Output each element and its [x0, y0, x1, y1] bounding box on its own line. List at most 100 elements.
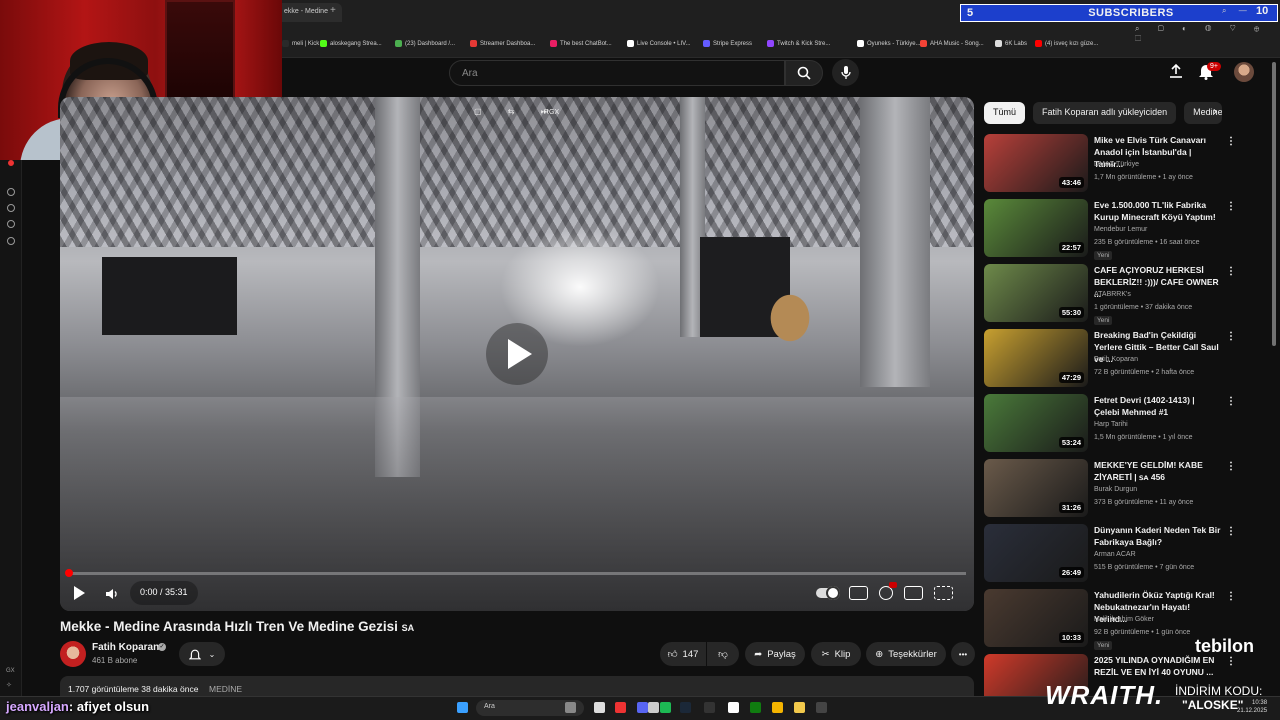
upload-button[interactable]	[1168, 63, 1184, 84]
more-options-icon[interactable]: ⋮	[1226, 266, 1236, 277]
bookmark-item[interactable]: aloskegang Strea...	[320, 40, 382, 47]
windows-start-icon[interactable]	[457, 702, 468, 713]
settings-gear-icon[interactable]	[879, 582, 897, 600]
folder-icon[interactable]	[794, 702, 805, 713]
recommended-video[interactable]: 43:46 Mike ve Elvis Türk Canavarı Anadol …	[984, 134, 1264, 194]
bookmark-item[interactable]: The best ChatBot...	[550, 40, 612, 47]
recommended-video[interactable]: 53:24 Fetret Devri (1402-1413) | Çelebi M…	[984, 394, 1264, 454]
chevron-right-icon[interactable]: ›	[1213, 104, 1217, 118]
video-thumbnail[interactable]: 10:33	[984, 589, 1088, 647]
channel-name[interactable]: Fatih Koparan	[1094, 356, 1138, 363]
dock-settings-icon[interactable]	[7, 237, 15, 245]
video-player[interactable]: ▢ ⇆ ⏭ RGX 0:00 / 35:31	[60, 97, 974, 611]
video-title[interactable]: Eve 1.500.000 TL'lik Fabrika Kurup Minec…	[1094, 199, 1222, 223]
chrome-icon[interactable]	[772, 702, 783, 713]
opera-gx-icon[interactable]	[8, 160, 14, 166]
channel-name[interactable]: ATABRRK's	[1094, 291, 1131, 298]
recommended-video[interactable]: 22:57 Eve 1.500.000 TL'lik Fabrika Kurup …	[984, 199, 1264, 260]
window-control-icons[interactable]: ⌕ —	[1222, 6, 1252, 16]
app-icon[interactable]	[728, 702, 739, 713]
dock-player-icon[interactable]	[7, 188, 15, 196]
subscription-bell-button[interactable]: ⌄	[179, 642, 225, 666]
more-options-icon[interactable]: ⋮	[1226, 461, 1236, 472]
video-thumbnail[interactable]: 26:49	[984, 524, 1088, 582]
extension-icons[interactable]: ⌕ ▢ ◐ ◍ ♡ ⊕ ⬚	[1135, 24, 1280, 44]
recommended-video[interactable]: 31:26 MEKKE'YE GELDİM! KABE ZİYARETİ | ꜱᴀ…	[984, 459, 1264, 519]
recommended-video[interactable]: 26:49 Dünyanın Kaderi Neden Tek Bir Fabri…	[984, 524, 1264, 584]
more-options-icon[interactable]: ⋮	[1226, 396, 1236, 407]
bookmark-item[interactable]: Live Console • LIV...	[627, 40, 691, 47]
scrollbar[interactable]	[1272, 62, 1276, 346]
channel-name[interactable]: Mendebur Lemur	[1094, 226, 1147, 233]
like-button[interactable]: 👍︎ 147	[660, 642, 706, 666]
discord-icon[interactable]	[637, 702, 648, 713]
more-options-icon[interactable]: ⋮	[1226, 201, 1236, 212]
channel-name[interactable]: DMAX Türkiye	[1094, 161, 1139, 168]
video-thumbnail[interactable]: 22:57	[984, 199, 1088, 257]
dock-history-icon[interactable]	[7, 204, 15, 212]
chip-all[interactable]: Tümü	[984, 102, 1026, 124]
bookmark-item[interactable]: 6K Labs	[995, 40, 1027, 47]
video-title[interactable]: MEKKE'YE GELDİM! KABE ZİYARETİ | ꜱᴀ 456	[1094, 459, 1222, 483]
thanks-button[interactable]: ⊕ Teşekkürler	[866, 642, 946, 666]
spotify-icon[interactable]	[660, 702, 671, 713]
recommended-video[interactable]: 47:29 Breaking Bad'in Çekildiği Yerlere G…	[984, 329, 1264, 389]
bookmark-item[interactable]: (4) isveç kızı güze...	[1035, 40, 1098, 47]
subtitles-icon[interactable]	[849, 586, 868, 600]
steam-icon[interactable]	[680, 702, 691, 713]
big-play-button[interactable]	[486, 323, 548, 385]
more-options-icon[interactable]: ⋮	[1226, 331, 1236, 342]
bookmark-item[interactable]: AHA Music - Song...	[920, 40, 984, 47]
video-title[interactable]: 2025 YILINDA OYNADIĞIM EN REZİL VE EN İY…	[1094, 654, 1222, 678]
gx-star-icon[interactable]: ✧	[6, 681, 12, 689]
more-actions-button[interactable]: •••	[951, 642, 975, 666]
channel-name[interactable]: Burak Durgun	[1094, 486, 1137, 493]
channel-name[interactable]: Arman ACAR	[1094, 551, 1136, 558]
epic-icon[interactable]	[704, 702, 715, 713]
recommended-video[interactable]: 55:30 CAFE AÇIYORUZ HERKESİ BEKLERİZ!! :)…	[984, 264, 1264, 325]
account-avatar[interactable]	[1234, 62, 1254, 82]
more-options-icon[interactable]: ⋮	[1226, 591, 1236, 602]
new-tab-button[interactable]: +	[330, 5, 336, 16]
video-title[interactable]: Dünyanın Kaderi Neden Tek Bir Fabrikaya …	[1094, 524, 1222, 548]
bookmark-item[interactable]: Oyuneks - Türkiye...	[857, 40, 921, 47]
video-thumbnail[interactable]: 47:29	[984, 329, 1088, 387]
bookmark-item[interactable]: (23) Dashboard /...	[395, 40, 455, 47]
fullscreen-icon[interactable]	[934, 586, 953, 600]
opera-icon[interactable]	[615, 702, 626, 713]
app-icon[interactable]	[565, 702, 576, 713]
video-thumbnail[interactable]: 43:46	[984, 134, 1088, 192]
xbox-icon[interactable]	[750, 702, 761, 713]
obs-icon[interactable]	[816, 702, 827, 713]
dock-extension-icon[interactable]	[7, 220, 15, 228]
channel-avatar[interactable]	[60, 641, 86, 667]
progress-bar[interactable]	[68, 572, 966, 575]
dislike-button[interactable]: 👎︎	[707, 642, 739, 666]
video-thumbnail[interactable]: 31:26	[984, 459, 1088, 517]
volume-button[interactable]	[105, 587, 119, 604]
search-input[interactable]: Ara	[449, 60, 785, 86]
more-options-icon[interactable]: ⋮	[1226, 656, 1236, 667]
channel-name[interactable]: Fatih Koparan	[92, 642, 159, 653]
video-hashtag[interactable]: MEDİNE	[209, 684, 242, 694]
bookmark-item[interactable]: Twitch & Kick Stre...	[767, 40, 830, 47]
miniplayer-icon[interactable]	[904, 586, 923, 600]
progress-scrubber[interactable]	[65, 569, 73, 577]
bookmark-item[interactable]: Streamer Dashboa...	[470, 40, 535, 47]
video-title[interactable]: Fetret Devri (1402-1413) | Çelebi Mehmed…	[1094, 394, 1222, 418]
channel-name[interactable]: Harp Tarihi	[1094, 421, 1128, 428]
share-button[interactable]: ➦ Paylaş	[745, 642, 805, 666]
app-icon[interactable]	[648, 702, 659, 713]
autoplay-toggle[interactable]	[816, 586, 840, 600]
chip-from-uploader[interactable]: Fatih Koparan adlı yükleyiciden	[1033, 102, 1177, 124]
clip-button[interactable]: ✂ Klip	[811, 642, 861, 666]
voice-search-button[interactable]	[832, 59, 859, 86]
video-thumbnail[interactable]: 53:24	[984, 394, 1088, 452]
play-button[interactable]	[74, 585, 88, 601]
bookmark-item[interactable]: meli | Kick	[282, 40, 319, 47]
more-options-icon[interactable]: ⋮	[1226, 136, 1236, 147]
bookmark-item[interactable]: Stripe Express	[703, 40, 752, 47]
channel-name[interactable]: Halil İbrahim Göker	[1094, 616, 1154, 623]
more-options-icon[interactable]: ⋮	[1226, 526, 1236, 537]
video-thumbnail[interactable]: 55:30	[984, 264, 1088, 322]
